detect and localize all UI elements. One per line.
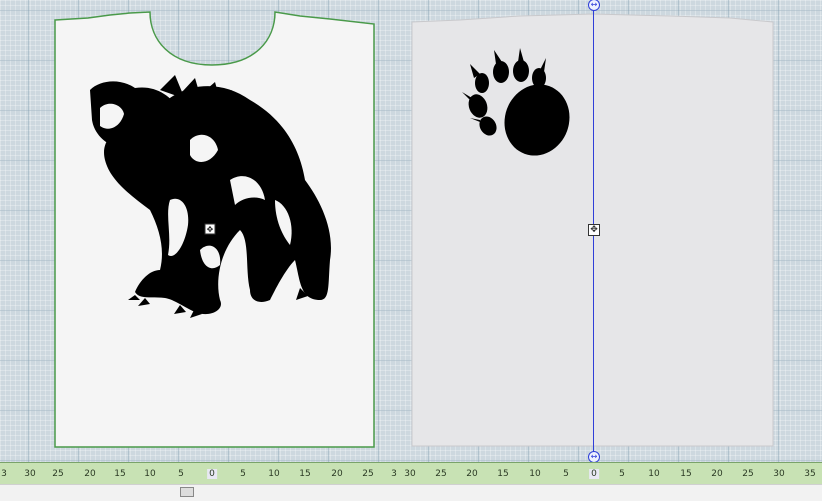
ruler-label: 10 — [144, 469, 156, 479]
move-handle-front: ✥ — [204, 223, 216, 235]
ruler-label: 20 — [84, 469, 96, 479]
ruler-label: 30 — [24, 469, 36, 479]
ruler-label: 25 — [362, 469, 374, 479]
front-panel[interactable]: ✥ — [0, 0, 400, 462]
ruler-label: 35 — [804, 469, 816, 479]
ruler-label-zero: 0 — [207, 469, 217, 479]
ruler-label: 25 — [435, 469, 447, 479]
move-handle-back-icon[interactable]: ✥ — [588, 224, 600, 236]
ruler-label: 20 — [331, 469, 343, 479]
ruler-label: 30 — [404, 469, 416, 479]
ruler-label: 15 — [497, 469, 509, 479]
horizontal-scroll-thumb[interactable] — [180, 487, 194, 497]
ruler-label: 5 — [563, 469, 569, 479]
back-panel[interactable] — [400, 0, 822, 462]
ruler-label: 5 — [240, 469, 246, 479]
ruler-label: 10 — [648, 469, 660, 479]
ruler-label: 15 — [114, 469, 126, 479]
svg-text:✥: ✥ — [207, 225, 214, 234]
ruler-label: 25 — [742, 469, 754, 479]
ruler-label: 3 — [391, 469, 397, 479]
ruler-label: 20 — [466, 469, 478, 479]
ruler-label: 25 — [52, 469, 64, 479]
ruler-label-zero: 0 — [589, 469, 599, 479]
ruler-label: 5 — [619, 469, 625, 479]
horizontal-ruler: 3 30 25 20 15 10 5 0 5 10 15 20 25 3 30 … — [0, 462, 822, 486]
ruler-label: 15 — [299, 469, 311, 479]
ruler-label: 30 — [773, 469, 785, 479]
ruler-label: 5 — [178, 469, 184, 479]
ruler-label: 3 — [1, 469, 7, 479]
ruler-label: 15 — [680, 469, 692, 479]
status-bar — [0, 484, 822, 501]
ruler-label: 20 — [711, 469, 723, 479]
ruler-label: 10 — [268, 469, 280, 479]
ruler-label: 10 — [529, 469, 541, 479]
